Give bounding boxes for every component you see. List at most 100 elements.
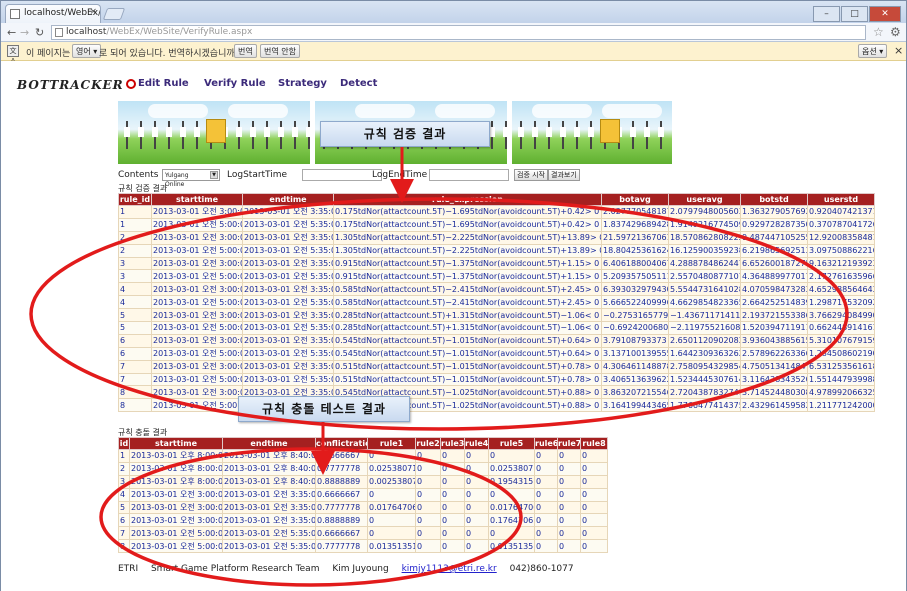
table-body: 1 2013-03-01 오전 3:00:00 2013-03-01 오전 3:35… xyxy=(118,205,875,413)
table-cell: 0 xyxy=(415,487,441,502)
table-cell: 18.8042536162459 xyxy=(601,243,669,258)
table-cell: 6.53125356161835 xyxy=(807,359,875,374)
no-translate-button[interactable]: 번역 안함 xyxy=(260,44,300,58)
table-cell: 2013-03-01 오후 8:00:00 xyxy=(129,461,223,476)
log-end-label: LogEndTime xyxy=(372,170,428,180)
table-cell: 0 xyxy=(464,539,489,554)
browser-tab[interactable]: localhost/WebEx/WebSit × xyxy=(5,4,101,23)
menu-verify-rule[interactable]: Verify Rule xyxy=(204,78,266,89)
view-result-button[interactable]: 결과보기 xyxy=(548,169,580,181)
bookmark-star-icon[interactable]: ☆ xyxy=(873,25,884,39)
table-cell: 2013-03-01 오전 5:35:00 xyxy=(242,346,334,361)
table-cell: 0 xyxy=(440,487,465,502)
table-cell: 2013-03-01 오전 5:00:00 xyxy=(129,539,223,554)
table-cell: 1.52039471191143 xyxy=(740,321,808,335)
table-cell: 0.7777778 xyxy=(315,500,368,515)
table-cell: 0.175tdNor(attactcount.5T)−1.695tdNor(av… xyxy=(333,205,602,219)
table-cell: 5.31010767915901 xyxy=(807,333,875,348)
table-cell: 0 xyxy=(488,526,535,541)
table-cell: 0.6666667 xyxy=(315,487,368,502)
table-cell: 6 xyxy=(118,513,130,528)
menu-detect[interactable]: Detect xyxy=(340,78,377,89)
table-row: 5 2013-03-01 오전 3:00:00 2013-03-01 오전 3:35… xyxy=(118,500,608,515)
close-window-icon[interactable]: ✕ xyxy=(869,6,901,22)
contents-select[interactable]: Yulgang Online ▼ xyxy=(162,169,220,188)
table-row: 4 2013-03-01 오전 3:00:00 2013-03-01 오전 3:35… xyxy=(118,487,608,502)
table-cell: 2013-03-01 오전 5:00:00 xyxy=(129,526,223,541)
table-cell: 0.285tdNor(attactcount.5T)+1.315tdNor(av… xyxy=(333,308,602,323)
maximize-icon[interactable]: □ xyxy=(841,6,868,22)
column-header: rule5 xyxy=(488,437,535,450)
table-cell: 0 xyxy=(580,526,608,541)
table-row: 1 2013-03-01 오전 5:00:00 2013-03-01 오전 5:35… xyxy=(118,217,875,232)
table-row: 1 2013-03-01 오전 3:00:00 2013-03-01 오전 3:35… xyxy=(118,205,875,219)
reload-icon[interactable]: ↻ xyxy=(35,26,44,39)
table-cell: 1 xyxy=(118,217,152,232)
site-logo[interactable]: BOTTRACKER xyxy=(17,78,136,92)
address-bar[interactable]: localhost/WebEx/WebSite/VerifyRule.aspx xyxy=(51,25,866,40)
footer-org: ETRI xyxy=(118,564,139,574)
table-cell: 1.28450860219003 xyxy=(807,346,875,361)
table-cell: 1 xyxy=(118,449,130,463)
column-header: endtime xyxy=(242,193,334,206)
new-tab-button[interactable] xyxy=(102,8,126,20)
forward-icon[interactable]: → xyxy=(20,26,29,39)
footer: ETRI Smart Game Platform Research Team K… xyxy=(118,564,584,574)
table-cell: 2 xyxy=(118,230,152,245)
column-header: endtime xyxy=(222,437,316,450)
table-cell: 1.298717532092 xyxy=(807,295,875,310)
table-row: 82013-03-01 오전 5:00:002013-03-01 오전 5:35… xyxy=(118,539,608,554)
table-cell: 3.93604388561544 xyxy=(740,333,808,348)
browser-window: localhost/WebEx/WebSit × –□✕ ← → ↻ local… xyxy=(0,0,907,591)
table-cell: 3.71452448030875 xyxy=(740,385,808,400)
translate-options-button[interactable]: 옵션 ▾ xyxy=(858,44,888,58)
log-end-input[interactable] xyxy=(429,169,509,181)
back-icon[interactable]: ← xyxy=(7,26,16,39)
callout-conflict-result: 규칙 충돌 테스트 결과 xyxy=(238,396,410,422)
table-cell: 2.72043878327417 xyxy=(668,385,741,400)
table-cell: 2013-03-01 오전 3:00:00 xyxy=(151,256,243,271)
table-cell: 4 xyxy=(118,295,152,310)
column-header: rule7 xyxy=(557,437,581,450)
sign-board-shape xyxy=(206,119,226,143)
table-cell: 2013-03-01 오전 3:35:00 xyxy=(242,359,334,374)
page-icon xyxy=(55,28,63,37)
log-start-input[interactable] xyxy=(302,169,382,181)
table-cell: 0.929728287350164 xyxy=(740,217,808,232)
table-cell: 0.545tdNor(attactcount.5T)−1.015tdNor(av… xyxy=(333,346,602,361)
cloud-shape xyxy=(228,104,288,118)
table-cell: 0 xyxy=(464,461,489,476)
minimize-icon[interactable]: – xyxy=(813,6,840,22)
table-cell: 2013-03-01 오전 5:35:00 xyxy=(242,372,334,387)
translate-message: 로 되어 있습니다. 번역하시겠습니까? xyxy=(99,49,240,59)
table-cell: 0 xyxy=(580,461,608,476)
verify-start-button[interactable]: 검증 시작 xyxy=(514,169,548,181)
table-cell: 2013-03-01 오전 3:35:00 xyxy=(242,308,334,323)
banner-image xyxy=(118,101,310,164)
menu-edit-rule[interactable]: Edit Rule xyxy=(138,78,189,89)
table-cell: 1.77664774143753 xyxy=(668,398,741,413)
column-header: starttime xyxy=(151,193,243,206)
translate-button[interactable]: 번역 xyxy=(234,44,257,58)
table-cell: 6.65260018727562 xyxy=(740,256,808,271)
url-path: /WebEx/WebSite/VerifyRule.aspx xyxy=(106,27,253,37)
table-cell: 0.545tdNor(attactcount.5T)−1.015tdNor(av… xyxy=(333,333,602,348)
table-row: 2 2013-03-01 오후 8:00:00 2013-03-01 오후 8:40… xyxy=(118,461,608,476)
table-cell: 2013-03-01 오전 5:00:00 xyxy=(151,243,243,258)
table-cell: 3.11643834352005 xyxy=(740,372,808,387)
footer-email-link[interactable]: kimjy1113@etri.re.kr xyxy=(402,564,497,574)
table-cell: 3.86320721554627 xyxy=(601,385,669,400)
close-tab-icon[interactable]: × xyxy=(89,7,97,17)
table-cell: 6 xyxy=(118,346,152,361)
wrench-icon[interactable]: ⚙ xyxy=(890,25,901,39)
table-cell: 3.79108793373 xyxy=(601,333,669,348)
table-cell: 0 xyxy=(557,539,581,554)
table-cell: 0 xyxy=(488,487,535,502)
table-cell: 2.07979480056031 xyxy=(668,205,741,219)
table-cell: 2013-03-01 오전 3:00:00 xyxy=(151,385,243,400)
close-translate-icon[interactable]: × xyxy=(894,44,903,57)
language-select[interactable]: 영어 ▾ xyxy=(72,44,102,58)
table-row: 82013-03-01 오전 5:00:002013-03-01 오전 5:35… xyxy=(118,398,875,413)
cloud-shape xyxy=(148,104,208,118)
menu-strategy[interactable]: Strategy xyxy=(278,78,327,89)
